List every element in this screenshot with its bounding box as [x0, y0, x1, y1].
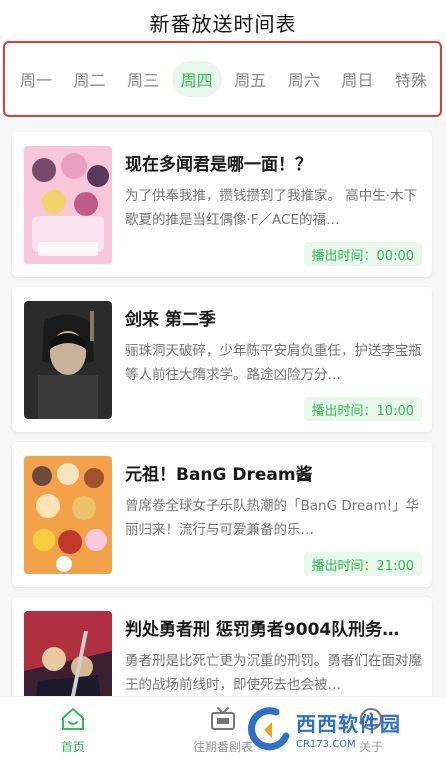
air-time-badge: 播出时间：10:00 [303, 397, 422, 421]
nav-home-label: 首页 [60, 740, 85, 754]
tab-special[interactable]: 特殊 [386, 61, 436, 97]
anime-card[interactable]: 判处勇者刑 惩罚勇者9004队刑务… 勇者刑是比死亡更为沉重的刑罚。勇者们在面对… [12, 597, 432, 696]
weekday-tab-bar: 周一 周二 周三 周四 周五 周六 周日 特殊 [3, 41, 442, 117]
anime-description: 骊珠洞天破碎，少年陈平安肩负重任，护送李宝瓶等人前往大隋求学。路途凶险万分… [125, 343, 422, 383]
anime-cover-image [24, 456, 112, 574]
anime-cover-image [24, 611, 112, 696]
air-time-badge: 播出时间：21:00 [303, 552, 422, 576]
page-title: 新番放送时间表 [149, 11, 297, 36]
air-time-badge: 播出时间：00:00 [303, 242, 422, 266]
home-icon [62, 708, 84, 730]
anime-description: 曾席卷全球女子乐队热潮的「BanG Dream!」华丽归来！流行与可爱兼备的乐… [125, 498, 420, 538]
anime-description: 为了供奉我推，攒钱攒到了我推家。 高中生·木下歌夏的推是当红偶像·F／ACE的福… [125, 188, 418, 228]
site-watermark: 西西软件园 CR173.COM [246, 704, 442, 754]
app-header: 新番放送时间表 [0, 0, 446, 44]
nav-home[interactable]: 首页 [28, 705, 118, 755]
nav-past-schedule-label: 往期番剧表 [192, 740, 253, 754]
tab-monday[interactable]: 周一 [11, 61, 61, 97]
tv-icon [211, 707, 235, 730]
watermark-url: CR173.COM [296, 739, 356, 750]
anime-list[interactable]: 现在多闻君是哪一面！？ 为了供奉我推，攒钱攒到了我推家。 高中生·木下歌夏的推是… [0, 120, 446, 696]
tab-friday[interactable]: 周五 [225, 61, 275, 97]
anime-title: 剑来 第二季 [125, 310, 216, 330]
anime-cover-image [24, 146, 112, 264]
tab-sunday[interactable]: 周日 [332, 61, 382, 97]
watermark-text: 西西软件园 [296, 712, 401, 736]
tab-saturday[interactable]: 周六 [279, 61, 329, 97]
tab-tuesday[interactable]: 周二 [65, 61, 115, 97]
anime-cover-image [24, 301, 112, 419]
tab-wednesday[interactable]: 周三 [118, 61, 168, 97]
tab-thursday[interactable]: 周四 [171, 61, 222, 97]
watermark-logo-icon [248, 707, 290, 751]
anime-title: 判处勇者刑 惩罚勇者9004队刑务… [125, 620, 400, 640]
anime-description: 勇者刑是比死亡更为沉重的刑罚。勇者们在面对魔王的战场前线时，即使死去也会被… [125, 653, 422, 693]
anime-card[interactable]: 现在多闻君是哪一面！？ 为了供奉我推，攒钱攒到了我推家。 高中生·木下歌夏的推是… [12, 132, 432, 277]
anime-card[interactable]: 元祖！BanG Dream酱 曾席卷全球女子乐队热潮的「BanG Dream!」… [12, 442, 432, 587]
anime-title: 元祖！BanG Dream酱 [125, 465, 313, 485]
anime-card[interactable]: 剑来 第二季 骊珠洞天破碎，少年陈平安肩负重任，护送李宝瓶等人前往大隋求学。路途… [12, 287, 432, 432]
anime-title: 现在多闻君是哪一面！？ [125, 155, 312, 175]
